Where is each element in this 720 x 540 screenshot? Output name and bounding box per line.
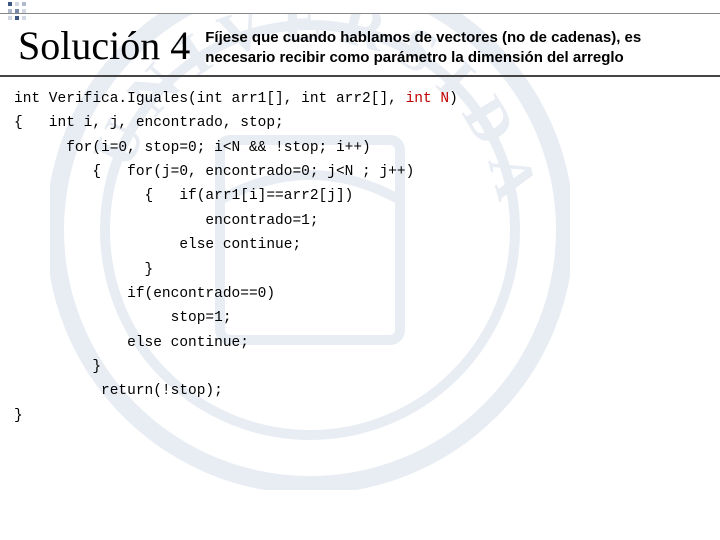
header: Solución 4 Fíjese que cuando hablamos de… xyxy=(0,14,720,77)
top-strip xyxy=(0,0,720,14)
highlight-int-n: int N xyxy=(406,91,450,107)
code-line: return(!stop); xyxy=(14,379,706,403)
code-line: for(i=0, stop=0; i<N && !stop; i++) xyxy=(14,136,706,160)
code-line: } xyxy=(14,258,706,282)
code-line: if(encontrado==0) xyxy=(14,282,706,306)
code-line: encontrado=1; xyxy=(14,209,706,233)
code-line: { if(arr1[i]==arr2[j]) xyxy=(14,184,706,208)
code-line: } xyxy=(14,404,706,428)
slide-title: Solución 4 xyxy=(18,22,205,69)
code-line: else continue; xyxy=(14,233,706,257)
code-block: int Verifica.Iguales(int arr1[], int arr… xyxy=(0,77,720,436)
slide-note: Fíjese que cuando hablamos de vectores (… xyxy=(205,22,702,69)
code-line: else continue; xyxy=(14,331,706,355)
code-line: } xyxy=(14,355,706,379)
code-line: { for(j=0, encontrado=0; j<N ; j++) xyxy=(14,160,706,184)
code-line: stop=1; xyxy=(14,306,706,330)
code-line: { int i, j, encontrado, stop; xyxy=(14,111,706,135)
code-line: int Verifica.Iguales(int arr1[], int arr… xyxy=(14,87,706,111)
